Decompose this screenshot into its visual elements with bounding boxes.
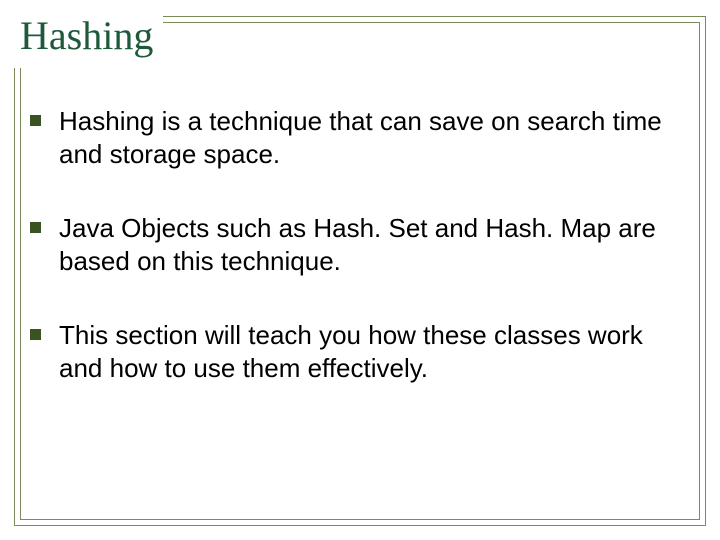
bullet-text: This section will teach you how these cl… bbox=[59, 319, 680, 384]
list-item: This section will teach you how these cl… bbox=[30, 319, 680, 384]
title-block: Hashing bbox=[10, 0, 163, 68]
bullet-text: Java Objects such as Hash. Set and Hash.… bbox=[59, 212, 680, 277]
square-bullet-icon bbox=[30, 222, 41, 233]
square-bullet-icon bbox=[30, 115, 41, 126]
list-item: Hashing is a technique that can save on … bbox=[30, 105, 680, 170]
slide: Hashing Hashing is a technique that can … bbox=[0, 0, 720, 540]
slide-title: Hashing bbox=[20, 14, 153, 58]
content-area: Hashing is a technique that can save on … bbox=[30, 105, 680, 426]
list-item: Java Objects such as Hash. Set and Hash.… bbox=[30, 212, 680, 277]
square-bullet-icon bbox=[30, 329, 41, 340]
bullet-text: Hashing is a technique that can save on … bbox=[59, 105, 680, 170]
